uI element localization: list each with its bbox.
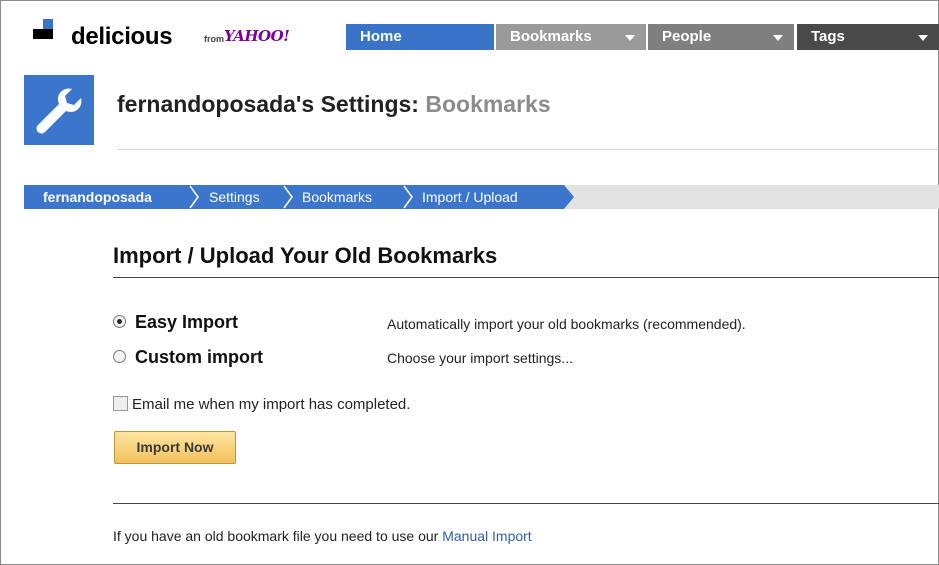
section-heading: Import / Upload Your Old Bookmarks [113,243,498,268]
breadcrumb-separator-icon [283,185,293,209]
breadcrumb-import-upload[interactable]: Import / Upload [422,185,518,209]
footer-text: If you have an old bookmark file you nee… [113,528,439,544]
breadcrumb-separator-icon [403,185,413,209]
breadcrumb: fernandoposada Settings Bookmarks Import… [24,185,939,209]
email-notify-row[interactable]: Email me when my import has completed. [113,395,410,413]
easy-import-radio[interactable] [113,314,126,328]
page-title-section: Bookmarks [425,91,551,117]
email-notify-label[interactable]: Email me when my import has completed. [132,396,410,413]
nav-tags-label: Tags [811,28,845,45]
easy-import-label[interactable]: Easy Import [135,312,238,332]
from-label: from [204,34,224,44]
nav-bookmarks[interactable]: Bookmarks [496,24,646,50]
divider [117,149,939,150]
chevron-down-icon[interactable] [625,35,635,41]
nav-bookmarks-label: Bookmarks [510,28,592,45]
page-frame [0,0,939,565]
page-title-user: fernandoposada's Settings: [117,91,419,117]
breadcrumb-tip [564,185,574,209]
divider [113,503,939,504]
breadcrumb-bookmarks[interactable]: Bookmarks [302,185,372,209]
brand-name[interactable]: delicious [71,23,173,51]
easy-import-option[interactable]: Easy Import [113,312,238,333]
nav-tags[interactable]: Tags [797,24,939,50]
custom-import-description: Choose your import settings... [387,350,573,366]
chevron-down-icon[interactable] [918,35,928,41]
nav-people-label: People [662,28,712,45]
breadcrumb-settings[interactable]: Settings [209,185,260,209]
custom-import-radio[interactable] [113,349,126,363]
chevron-down-icon[interactable] [773,35,783,41]
import-now-button[interactable]: Import Now [114,431,236,464]
yahoo-logo[interactable]: YAHOO! [224,27,290,45]
nav-people[interactable]: People [648,24,794,50]
custom-import-option[interactable]: Custom import [113,347,263,368]
breadcrumb-user[interactable]: fernandoposada [43,185,152,209]
nav-home-label: Home [360,28,402,45]
custom-import-label[interactable]: Custom import [135,347,263,367]
email-notify-checkbox[interactable] [113,395,128,411]
footer-note: If you have an old bookmark file you nee… [113,528,532,544]
divider [113,277,939,278]
wrench-icon [24,75,94,145]
easy-import-description: Automatically import your old bookmarks … [387,316,746,332]
breadcrumb-separator-icon [189,185,199,209]
page-title: fernandoposada's Settings: Bookmarks [117,91,551,118]
nav-home[interactable]: Home [346,24,494,50]
manual-import-link[interactable]: Manual Import [442,528,531,544]
